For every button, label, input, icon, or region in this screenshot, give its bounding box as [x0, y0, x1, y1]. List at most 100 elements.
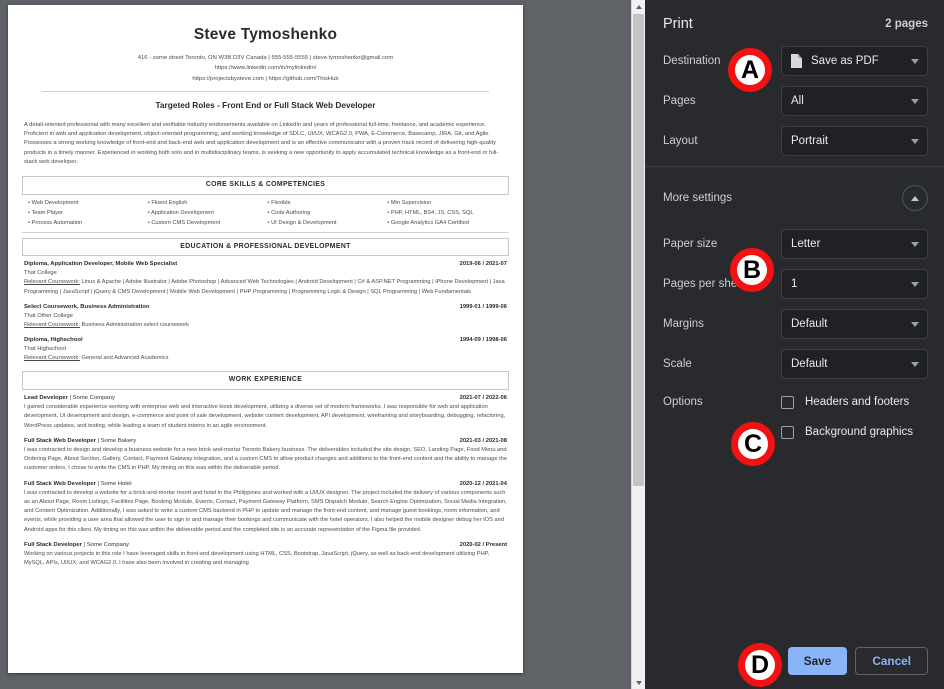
contact-line-linkedin: https://www.linkedin.com/in/mylinkedin/	[214, 65, 317, 72]
resume-document: Steve Tymoshenko 416 - some street Toron…	[18, 23, 513, 569]
annotation-marker-b: B	[730, 248, 774, 292]
page-count-label: 2 pages	[885, 18, 928, 30]
education-title: Diploma, Application Developer, Mobile W…	[24, 261, 178, 268]
preview-vertical-scrollbar[interactable]	[631, 0, 645, 689]
cancel-button[interactable]: Cancel	[855, 647, 928, 675]
headers-and-footers-checkbox[interactable]	[781, 395, 794, 409]
skill-item: • Custom CMS Development	[147, 219, 221, 226]
pages-per-sheet-row: Pages per sheet 1	[645, 269, 944, 299]
section-heading-core-skills: CORE SKILLS & COMPETENCIES	[22, 176, 509, 196]
education-org: That College	[24, 270, 57, 277]
margins-row: Margins Default	[645, 309, 944, 339]
education-coursework: Relevant Coursework: Business Administra…	[24, 321, 190, 328]
options-row: Options Headers and footers Background g…	[645, 389, 944, 445]
print-preview-area[interactable]: Steve Tymoshenko 416 - some street Toron…	[0, 0, 645, 689]
print-panel-header: Print 2 pages	[645, 0, 944, 46]
print-title: Print	[663, 16, 693, 32]
skill-item: • Fluent English	[147, 200, 188, 207]
destination-row: Destination Save as PDF	[645, 46, 944, 76]
scale-value: Default	[791, 358, 828, 370]
scrollbar-thumb[interactable]	[633, 14, 644, 486]
work-description: Working on various projects in this role…	[24, 551, 490, 567]
contact-line-address: 416 - some street Toronto, ON W3B D3V Ca…	[137, 55, 394, 62]
work-date: 2020-12 / 2021-04	[459, 480, 507, 487]
scale-label: Scale	[663, 358, 692, 370]
document-page-preview: Steve Tymoshenko 416 - some street Toron…	[8, 5, 523, 673]
arrow-down-icon	[635, 680, 642, 685]
collapse-button[interactable]	[902, 185, 928, 211]
pages-per-sheet-select[interactable]: 1	[781, 269, 928, 299]
margins-value: Default	[791, 318, 828, 330]
work-role: Full Stack Developer | Some Company	[24, 541, 129, 548]
layout-row: Layout Portrait	[645, 126, 944, 156]
paper-size-select[interactable]: Letter	[781, 229, 928, 259]
background-graphics-checkbox[interactable]	[781, 425, 794, 439]
skill-item: • Application Development	[147, 209, 214, 216]
skill-item: • Process Automation	[28, 219, 83, 226]
header-divider	[42, 91, 489, 92]
work-entry: Lead Developer | Some Company 2021-07 / …	[18, 394, 513, 431]
print-dialog-panel: Print 2 pages Destination Save as PDF Pa…	[645, 0, 944, 689]
scroll-up-button[interactable]	[632, 0, 645, 13]
work-role: Full Stack Web Developer | Some Hotel	[24, 480, 132, 487]
more-settings-label: More settings	[663, 192, 733, 204]
education-date: 1999-01 / 1999-06	[459, 303, 507, 310]
destination-select[interactable]: Save as PDF	[781, 46, 928, 76]
skill-item: • PHP, HTML, BS4, JS, CSS, SQL	[387, 209, 474, 216]
headers-and-footers-label: Headers and footers	[805, 396, 910, 408]
scroll-down-button[interactable]	[632, 676, 645, 689]
education-date: 1994-09 / 1998-06	[459, 336, 507, 343]
work-date: 2021-07 / 2022-06	[459, 394, 507, 401]
scale-row: Scale Default	[645, 349, 944, 379]
chevron-down-icon	[911, 138, 919, 144]
skill-item: • Google Analytics GA4 Certified	[387, 219, 469, 226]
margins-select[interactable]: Default	[781, 309, 928, 339]
skill-item: • Min Supervision	[387, 200, 432, 207]
contact-line-sites: https://projectsbysteve.com | https://gi…	[192, 75, 339, 82]
education-date: 2019-06 / 2021-07	[459, 261, 507, 268]
pages-select[interactable]: All	[781, 86, 928, 116]
layout-select[interactable]: Portrait	[781, 126, 928, 156]
scale-select[interactable]: Default	[781, 349, 928, 379]
pages-row: Pages All	[645, 86, 944, 116]
chevron-down-icon	[911, 321, 919, 327]
paper-size-label: Paper size	[663, 238, 718, 250]
chevron-down-icon	[911, 98, 919, 104]
chevron-down-icon	[911, 241, 919, 247]
resume-candidate-name: Steve Tymoshenko	[193, 26, 338, 43]
education-entry: Select Coursework, Business Administrati…	[18, 303, 513, 330]
destination-value: Save as PDF	[811, 55, 879, 67]
education-entry: Diploma, Application Developer, Mobile W…	[18, 260, 513, 296]
print-panel-footer: Save Cancel	[645, 647, 944, 689]
education-entry: Diploma, Highschool 1994-09 / 1998-06 Th…	[18, 336, 513, 363]
skill-item: • Web Development	[28, 200, 79, 207]
work-date: 2021-03 / 2021-08	[459, 437, 507, 444]
education-org: That Highschool	[24, 346, 66, 353]
paper-size-row: Paper size Letter	[645, 229, 944, 259]
chevron-down-icon	[911, 58, 919, 64]
skill-item: • UI Design & Development	[267, 219, 337, 226]
annotation-marker-d: D	[738, 643, 782, 687]
education-org: That Other College	[24, 312, 73, 319]
resume-contact-block: 416 - some street Toronto, ON W3B D3V Ca…	[18, 53, 513, 84]
work-date: 2020-02 / Present	[459, 541, 507, 548]
chevron-up-icon	[911, 195, 919, 201]
save-button[interactable]: Save	[787, 647, 848, 675]
chevron-down-icon	[911, 361, 919, 367]
margins-label: Margins	[663, 318, 704, 330]
work-role: Lead Developer | Some Company	[24, 394, 115, 401]
work-description: I gained considerable experience working…	[24, 404, 506, 429]
layout-value: Portrait	[791, 135, 829, 147]
options-label: Options	[663, 396, 703, 408]
work-description: I was contracted to develop a website fo…	[24, 489, 507, 533]
pages-per-sheet-value: 1	[791, 278, 798, 290]
skill-item: • Team Player	[28, 209, 64, 216]
background-graphics-label: Background graphics	[805, 426, 914, 438]
layout-label: Layout	[663, 135, 698, 147]
skill-item: • Flexible	[267, 200, 291, 207]
core-skills-grid: • Web Development • Fluent English • Fle…	[22, 199, 509, 233]
work-description: I was contracted to design and develop a…	[24, 446, 507, 472]
more-settings-toggle[interactable]: More settings	[645, 167, 944, 229]
resume-targeted-roles: Targeted Roles - Front End or Full Stack…	[155, 100, 376, 110]
work-entry: Full Stack Web Developer | Some Hotel 20…	[18, 480, 513, 535]
